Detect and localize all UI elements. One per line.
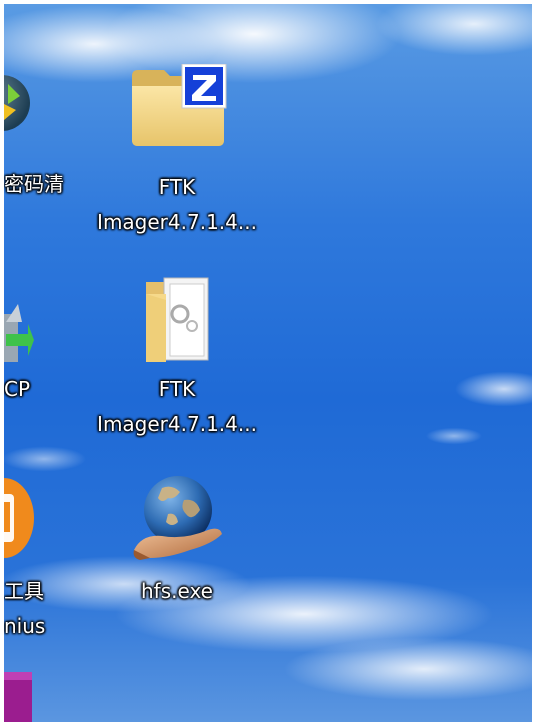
left-item-label-2[interactable]: CP <box>4 372 30 407</box>
app-shortcut-icon-orange[interactable] <box>4 474 34 562</box>
icon-3-label-line1[interactable]: hfs.exe <box>82 574 272 609</box>
app-shortcut-icon-green[interactable] <box>4 74 32 132</box>
desktop-background: 密码清 CP 工具 nius FTK Imager4.7.1.4... FTK … <box>4 4 532 722</box>
icon-1-label-line1[interactable]: FTK <box>82 170 272 205</box>
icon-1-label-line2[interactable]: Imager4.7.1.4... <box>82 205 272 240</box>
icon-2-label-line1[interactable]: FTK <box>82 372 272 407</box>
globe-in-hand-icon[interactable] <box>128 470 224 566</box>
winrar-zip-folder-icon[interactable] <box>128 63 228 148</box>
left-item-label-3b[interactable]: nius <box>4 609 45 644</box>
app-shortcut-icon-arrow[interactable] <box>4 294 34 364</box>
folder-icon[interactable] <box>144 274 214 366</box>
icon-2-label-line2[interactable]: Imager4.7.1.4... <box>82 407 272 442</box>
app-shortcut-icon-purple[interactable] <box>4 672 32 722</box>
left-item-label-3a[interactable]: 工具 <box>4 574 44 609</box>
left-item-label-1[interactable]: 密码清 <box>4 167 64 202</box>
